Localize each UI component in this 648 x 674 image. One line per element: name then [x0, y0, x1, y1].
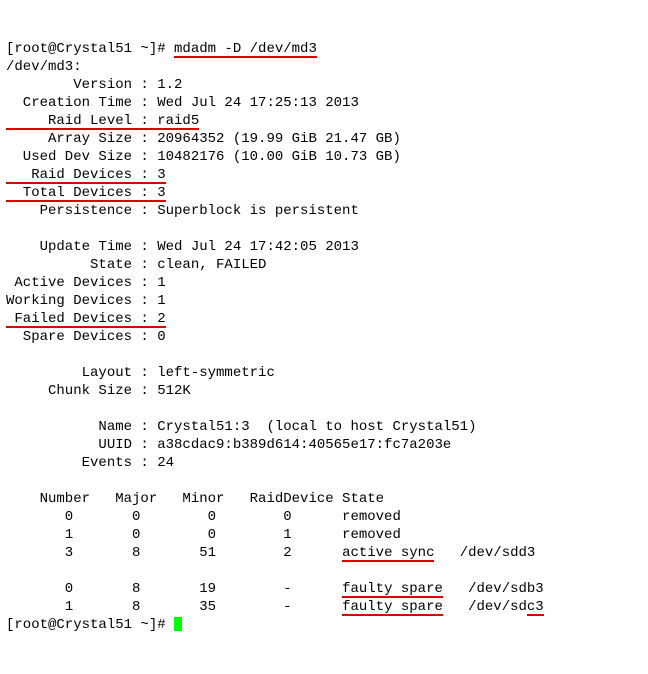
line-row: 1 0 0 1 removed	[6, 527, 401, 543]
line-total-devices: Total Devices : 3	[6, 186, 166, 202]
state-faulty-spare: faulty spare	[342, 582, 443, 598]
line-row: 0 8 19 -	[6, 581, 342, 597]
command-text: mdadm -D /dev/md3	[174, 42, 317, 58]
line-raid-level: Raid Level : raid5	[6, 114, 199, 130]
line: Update Time : Wed Jul 24 17:42:05 2013	[6, 239, 359, 255]
line-row: 3 8 51 2	[6, 545, 342, 561]
line: Used Dev Size : 10482176 (10.00 GiB 10.7…	[6, 149, 401, 165]
prompt: [root@Crystal51 ~]#	[6, 617, 174, 633]
line: UUID : a38cdac9:b389d614:40565e17:fc7a20…	[6, 437, 451, 453]
line-row: 0 0 0 0 removed	[6, 509, 401, 525]
line: Layout : left-symmetric	[6, 365, 275, 381]
line-row: 1 8 35 -	[6, 599, 342, 615]
prompt: [root@Crystal51 ~]#	[6, 41, 174, 57]
line: Working Devices : 1	[6, 293, 166, 309]
state-active-sync: active sync	[342, 546, 434, 562]
state-faulty-spare: faulty spare	[342, 600, 443, 616]
line: Version : 1.2	[6, 77, 182, 93]
line: Name : Crystal51:3 (local to host Crysta…	[6, 419, 476, 435]
line: Chunk Size : 512K	[6, 383, 191, 399]
line: Creation Time : Wed Jul 24 17:25:13 2013	[6, 95, 359, 111]
line: Spare Devices : 0	[6, 329, 166, 345]
dev-path-part: c3	[527, 600, 544, 616]
line-failed-devices: Failed Devices : 2	[6, 312, 166, 328]
line-raid-devices: Raid Devices : 3	[6, 168, 166, 184]
line: Array Size : 20964352 (19.99 GiB 21.47 G…	[6, 131, 401, 147]
dev-path: /dev/sdb3	[443, 581, 544, 597]
line: State : clean, FAILED	[6, 257, 266, 273]
line: Persistence : Superblock is persistent	[6, 203, 359, 219]
line: Events : 24	[6, 455, 174, 471]
dev-path-part: /dev/sd	[443, 599, 527, 615]
terminal-output: [root@Crystal51 ~]# mdadm -D /dev/md3 /d…	[6, 41, 544, 633]
line-header: Number Major Minor RaidDevice State	[6, 491, 384, 507]
line: Active Devices : 1	[6, 275, 166, 291]
line: /dev/md3:	[6, 59, 82, 75]
dev-path: /dev/sdd3	[434, 545, 535, 561]
cursor-icon	[174, 617, 182, 631]
